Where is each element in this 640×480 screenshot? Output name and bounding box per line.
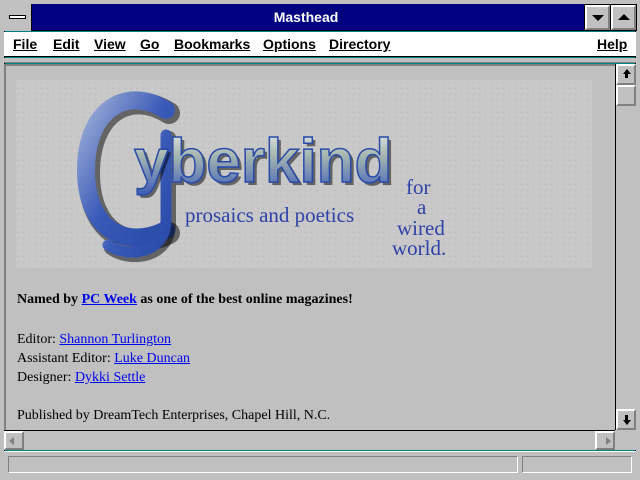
scroll-right-button[interactable] (595, 431, 615, 450)
window-title: Masthead (273, 9, 339, 25)
status-text (8, 456, 518, 473)
browser-window: Masthead File Edit View Go Bookmarks Opt… (0, 0, 640, 480)
arrow-down-icon (623, 420, 631, 425)
system-menu-icon (9, 15, 26, 19)
menu-view[interactable]: View (94, 36, 126, 52)
status-progress-box (522, 456, 632, 473)
credit-editor: Editor: Shannon Turlington (17, 332, 172, 347)
vertical-scroll-thumb[interactable] (616, 85, 636, 106)
pc-week-link[interactable]: PC Week (82, 292, 137, 307)
title-bar[interactable]: Masthead (4, 4, 637, 31)
credit-assistant-editor: Assistant Editor: Luke Duncan (17, 351, 191, 366)
toolbar-strip (4, 58, 636, 63)
menu-directory[interactable]: Directory (329, 36, 390, 52)
scroll-down-button[interactable] (616, 409, 636, 430)
maximize-icon (618, 14, 630, 20)
menu-options[interactable]: Options (263, 36, 316, 52)
designer-link[interactable]: Dykki Settle (75, 370, 145, 385)
menu-edit[interactable]: Edit (53, 36, 79, 52)
menu-help[interactable]: Help (597, 36, 627, 52)
system-menu-button[interactable] (4, 4, 32, 31)
arrow-left-icon (9, 437, 14, 445)
scroll-left-button[interactable] (4, 431, 24, 450)
assistant-editor-link[interactable]: Luke Duncan (114, 351, 190, 366)
maximize-button[interactable] (610, 4, 637, 31)
minimize-button[interactable] (584, 4, 611, 31)
arrow-right-icon (606, 437, 611, 445)
editor-link[interactable]: Shannon Turlington (59, 332, 171, 347)
award-line: Named by PC Week as one of the best onli… (17, 292, 353, 307)
menu-bookmarks[interactable]: Bookmarks (174, 36, 250, 52)
menu-file[interactable]: File (13, 36, 37, 52)
svg-text:yberkind: yberkind (134, 127, 392, 196)
minimize-icon (592, 15, 604, 21)
status-bar (4, 451, 636, 476)
cyberkind-logo: yberkind yberkind prosaics and poetics f… (16, 80, 592, 268)
publisher-line: Published by DreamTech Enterprises, Chap… (17, 408, 331, 423)
menu-bar: File Edit View Go Bookmarks Options Dire… (4, 32, 636, 57)
masthead-banner-image: yberkind yberkind prosaics and poetics f… (16, 80, 592, 268)
tagline-text: prosaics and poetics (185, 203, 354, 227)
credit-designer: Designer: Dykki Settle (17, 370, 146, 385)
vertical-scrollbar[interactable] (615, 64, 636, 430)
horizontal-scrollbar[interactable] (4, 430, 615, 450)
scroll-up-button[interactable] (616, 64, 636, 85)
menu-go[interactable]: Go (140, 36, 159, 52)
svg-text:world.: world. (392, 236, 446, 260)
scrollbar-corner (615, 430, 636, 450)
page-content: yberkind yberkind prosaics and poetics f… (4, 64, 615, 430)
